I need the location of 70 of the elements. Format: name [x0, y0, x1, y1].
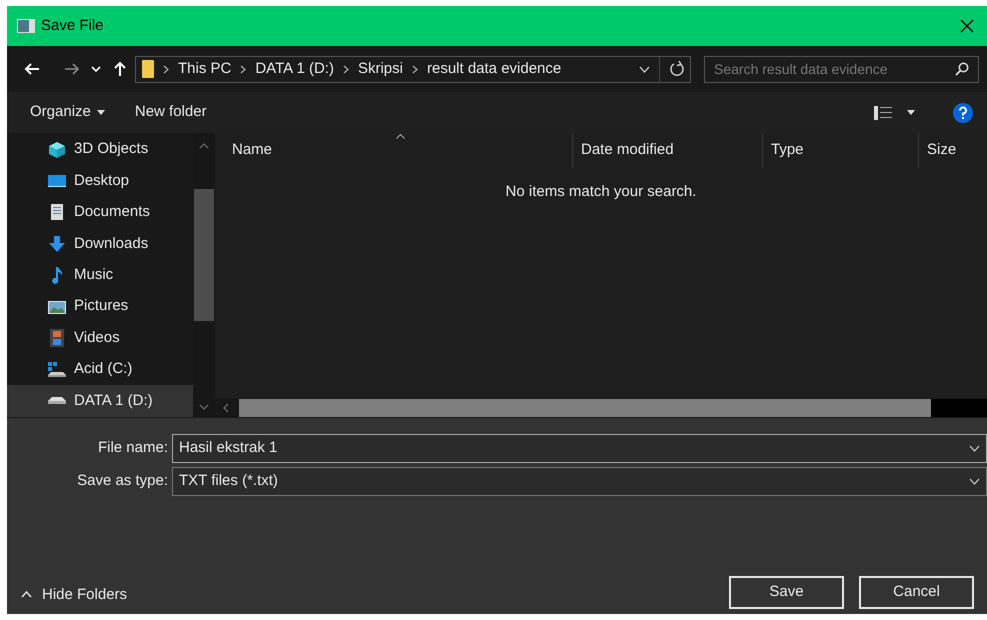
column-header[interactable]: Date modified — [572, 133, 762, 168]
chevron-right-icon — [342, 64, 349, 74]
breadcrumb-item[interactable]: Skripsi — [358, 58, 403, 80]
sidebar-item[interactable]: 3D Objects — [7, 134, 193, 166]
chevron-down-icon — [91, 66, 101, 72]
sidebar-item-label: Pictures — [74, 296, 128, 316]
organize-button[interactable]: Organize — [30, 101, 105, 124]
refresh-icon[interactable] — [669, 61, 685, 77]
search-icon — [955, 62, 969, 76]
cube-icon — [48, 140, 66, 159]
chevron-right-icon — [412, 64, 418, 74]
sidebar-item[interactable]: Music — [7, 260, 193, 291]
sidebar-item[interactable]: Desktop — [7, 165, 193, 197]
sidebar-item-label: 3D Objects — [74, 139, 148, 160]
breadcrumb-item[interactable]: result data evidence — [426, 58, 562, 80]
column-header[interactable]: Size — [918, 133, 987, 168]
address-bar[interactable]: This PC DATA 1 (D:) Skripsi result data evidence — [135, 56, 691, 82]
search-field[interactable]: Search result data evidence — [704, 56, 979, 82]
close-icon — [959, 18, 975, 34]
chevron-right-icon — [163, 64, 169, 74]
sidebar-item[interactable]: Downloads — [7, 228, 193, 260]
down-arrow-icon — [48, 234, 66, 253]
scroll-up-icon[interactable] — [199, 143, 209, 149]
chevron-down-icon — [969, 478, 980, 485]
dropdown-arrow-icon — [96, 110, 105, 115]
up-arrow-icon — [113, 61, 127, 77]
sidebar-item-label: Acid (C:) — [74, 359, 132, 380]
right-arrow-icon — [64, 62, 80, 76]
window-title: Save File — [41, 16, 104, 36]
column-header[interactable]: Name — [215, 133, 572, 168]
file-name-field[interactable]: Hasil ekstrak 1 — [172, 434, 987, 463]
file-type-dropdown[interactable]: TXT files (*.txt) — [172, 467, 987, 496]
hide-folders-button[interactable]: Hide Folders — [17, 584, 128, 606]
scrollbar-thumb[interactable] — [194, 189, 214, 321]
scroll-down-icon[interactable] — [199, 404, 209, 410]
breadcrumb-item[interactable]: This PC — [178, 58, 232, 80]
sidebar-item[interactable]: DATA 1 (D:) — [7, 385, 193, 417]
save-button[interactable]: Save — [729, 576, 844, 609]
new-folder-button[interactable]: New folder — [134, 101, 207, 124]
view-options-icon[interactable] — [874, 106, 892, 120]
help-icon[interactable] — [953, 102, 973, 122]
dropdown-arrow-icon[interactable] — [907, 110, 915, 115]
sidebar-item[interactable]: Acid (C:) — [7, 354, 193, 386]
sidebar-item-label: Desktop — [74, 170, 130, 191]
window-icon — [17, 19, 35, 33]
sidebar-item[interactable]: Videos — [7, 322, 193, 354]
column-header[interactable]: Type — [762, 133, 918, 168]
sidebar-item[interactable]: Pictures — [7, 290, 193, 322]
cancel-button[interactable]: Cancel — [859, 576, 974, 609]
windows-drive-icon — [48, 360, 66, 378]
chevron-up-icon — [21, 591, 32, 598]
chevron-right-icon — [240, 64, 246, 74]
chevron-down-icon[interactable] — [639, 66, 650, 72]
left-arrow-icon — [24, 62, 40, 76]
sidebar-item-label: Videos — [74, 328, 120, 348]
drive-icon — [48, 397, 66, 404]
field-label: Save as type: — [76, 471, 169, 492]
empty-message: No items match your search. — [506, 182, 696, 202]
field-label: File name: — [96, 438, 169, 458]
sidebar-item[interactable]: Documents — [7, 196, 193, 228]
scroll-left-icon[interactable] — [223, 403, 229, 413]
sidebar-item-label: Documents — [74, 202, 150, 222]
breadcrumb-item[interactable]: DATA 1 (D:) — [255, 58, 334, 80]
sidebar-item-label: DATA 1 (D:) — [74, 390, 153, 411]
chevron-down-icon — [969, 445, 980, 452]
document-icon — [48, 203, 66, 222]
folder-icon — [142, 60, 154, 78]
sidebar-item-label: Music — [74, 265, 114, 285]
film-strip-icon — [48, 329, 66, 348]
sidebar-item-label: Downloads — [74, 234, 148, 254]
